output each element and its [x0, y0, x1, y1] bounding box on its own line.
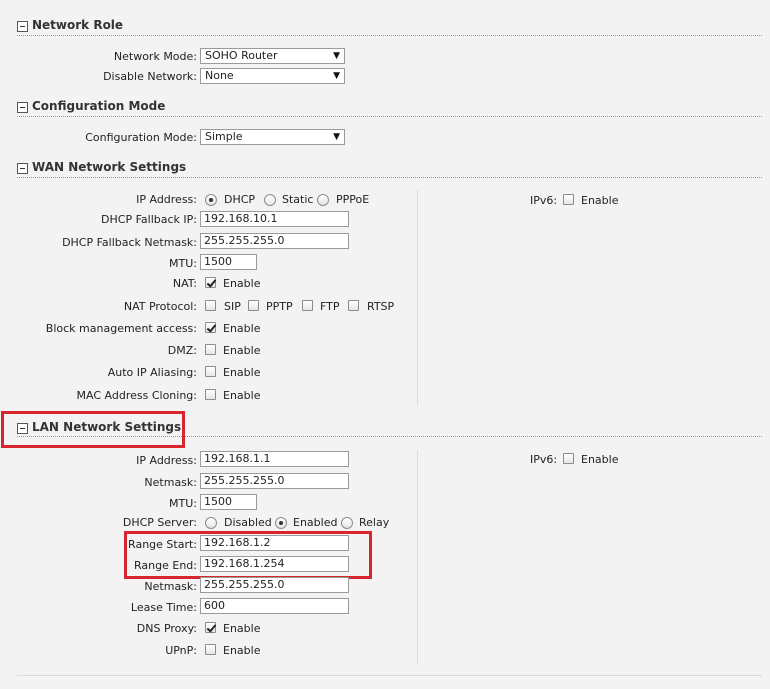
dhcp-fallback-ip-input[interactable]: 192.168.10.1: [200, 211, 349, 227]
dhcp-server-relay-label: Relay: [359, 516, 390, 529]
dmz-enable-label: Enable: [223, 344, 261, 357]
lan-netmask-label: Netmask:: [144, 476, 197, 489]
dropdown-arrow-icon: ▼: [333, 51, 340, 61]
upnp-label: UPnP:: [165, 644, 197, 657]
upnp-checkbox[interactable]: [205, 644, 216, 655]
nat-protocol-label: NAT Protocol:: [123, 300, 197, 313]
section-title: WAN Network Settings: [32, 160, 187, 174]
dropdown-arrow-icon: ▼: [333, 132, 340, 142]
bottom-divider: [17, 675, 762, 676]
nat-ftp-checkbox[interactable]: [302, 300, 313, 311]
collapse-icon[interactable]: [17, 102, 28, 113]
nat-sip-checkbox[interactable]: [205, 300, 216, 311]
network-mode-select[interactable]: SOHO Router ▼: [200, 48, 345, 64]
dhcp-server-disabled-radio[interactable]: [205, 517, 217, 529]
nat-pptp-checkbox[interactable]: [248, 300, 259, 311]
nat-sip-label: SIP: [224, 300, 241, 313]
upnp-enable-label: Enable: [223, 644, 261, 657]
lan-netmask-input[interactable]: 255.255.255.0: [200, 473, 349, 489]
section-title: Network Role: [32, 18, 124, 32]
disable-network-value: None: [205, 69, 234, 82]
wan-ip-pppoe-label: PPPoE: [336, 193, 370, 206]
dropdown-arrow-icon: ▼: [333, 71, 340, 81]
section-divider: [17, 35, 762, 36]
lease-time-label: Lease Time:: [130, 601, 197, 614]
network-mode-value: SOHO Router: [205, 49, 278, 62]
dhcp-server-enabled-label: Enabled: [293, 516, 338, 529]
dmz-checkbox[interactable]: [205, 344, 216, 355]
configuration-mode-value: Simple: [205, 130, 243, 143]
wan-mtu-label: MTU:: [169, 257, 197, 270]
dhcp-netmask-label: Netmask:: [144, 580, 197, 593]
wan-ipv6-label: IPv6:: [530, 194, 558, 207]
lan-ipv6-label: IPv6:: [530, 453, 558, 466]
column-divider: [417, 190, 418, 405]
collapse-icon[interactable]: [17, 21, 28, 32]
wan-ip-address-label: IP Address:: [136, 193, 197, 206]
wan-ip-dhcp-radio[interactable]: [205, 194, 217, 206]
dhcp-server-enabled-radio[interactable]: [275, 517, 287, 529]
lease-time-input[interactable]: 600: [200, 598, 349, 614]
network-mode-label: Network Mode:: [113, 50, 197, 63]
dhcp-fallback-netmask-label: DHCP Fallback Netmask:: [62, 236, 197, 249]
dns-proxy-enable-label: Enable: [223, 622, 261, 635]
nat-rtsp-label: RTSP: [367, 300, 395, 313]
lan-ip-address-label: IP Address:: [136, 454, 197, 467]
column-divider: [417, 450, 418, 665]
dhcp-fallback-netmask-input[interactable]: 255.255.255.0: [200, 233, 349, 249]
dns-proxy-label: DNS Proxy:: [136, 622, 197, 635]
wan-ip-pppoe-radio[interactable]: [317, 194, 329, 206]
mac-cloning-enable-label: Enable: [223, 389, 261, 402]
auto-ip-aliasing-checkbox[interactable]: [205, 366, 216, 377]
wan-ip-static-radio[interactable]: [264, 194, 276, 206]
mac-cloning-label: MAC Address Cloning:: [76, 389, 197, 402]
collapse-icon[interactable]: [17, 163, 28, 174]
block-mgmt-enable-label: Enable: [223, 322, 261, 335]
wan-mtu-input[interactable]: 1500: [200, 254, 257, 270]
nat-checkbox[interactable]: [205, 277, 216, 288]
mac-cloning-checkbox[interactable]: [205, 389, 216, 400]
auto-ip-aliasing-enable-label: Enable: [223, 366, 261, 379]
highlight-box-range: [124, 531, 372, 579]
lan-mtu-label: MTU:: [169, 497, 197, 510]
nat-enable-label: Enable: [223, 277, 261, 290]
configuration-mode-select[interactable]: Simple ▼: [200, 129, 345, 145]
dhcp-fallback-ip-label: DHCP Fallback IP:: [101, 213, 197, 226]
disable-network-label: Disable Network:: [103, 70, 197, 83]
section-title: Configuration Mode: [32, 99, 166, 113]
nat-pptp-label: PPTP: [266, 300, 293, 313]
wan-ipv6-enable-label: Enable: [581, 194, 619, 207]
lan-mtu-input[interactable]: 1500: [200, 494, 257, 510]
dns-proxy-checkbox[interactable]: [205, 622, 216, 633]
auto-ip-aliasing-label: Auto IP Aliasing:: [107, 366, 197, 379]
lan-ip-address-input[interactable]: 192.168.1.1: [200, 451, 349, 467]
nat-rtsp-checkbox[interactable]: [348, 300, 359, 311]
configuration-mode-label: Configuration Mode:: [85, 131, 197, 144]
nat-label: NAT:: [172, 277, 197, 290]
lan-ipv6-checkbox[interactable]: [563, 453, 574, 464]
wan-ip-static-label: Static: [282, 193, 314, 206]
dhcp-server-relay-radio[interactable]: [341, 517, 353, 529]
section-divider: [17, 177, 762, 178]
lan-ipv6-enable-label: Enable: [581, 453, 619, 466]
highlight-box-lan-title: [1, 411, 185, 448]
dhcp-server-label: DHCP Server:: [122, 516, 197, 529]
dhcp-server-disabled-label: Disabled: [224, 516, 272, 529]
disable-network-select[interactable]: None ▼: [200, 68, 345, 84]
dmz-label: DMZ:: [167, 344, 197, 357]
dhcp-netmask-input[interactable]: 255.255.255.0: [200, 577, 349, 593]
nat-ftp-label: FTP: [320, 300, 340, 313]
block-mgmt-checkbox[interactable]: [205, 322, 216, 333]
wan-ipv6-checkbox[interactable]: [563, 194, 574, 205]
section-divider: [17, 116, 762, 117]
wan-ip-dhcp-label: DHCP: [224, 193, 256, 206]
block-mgmt-label: Block management access:: [45, 322, 197, 335]
